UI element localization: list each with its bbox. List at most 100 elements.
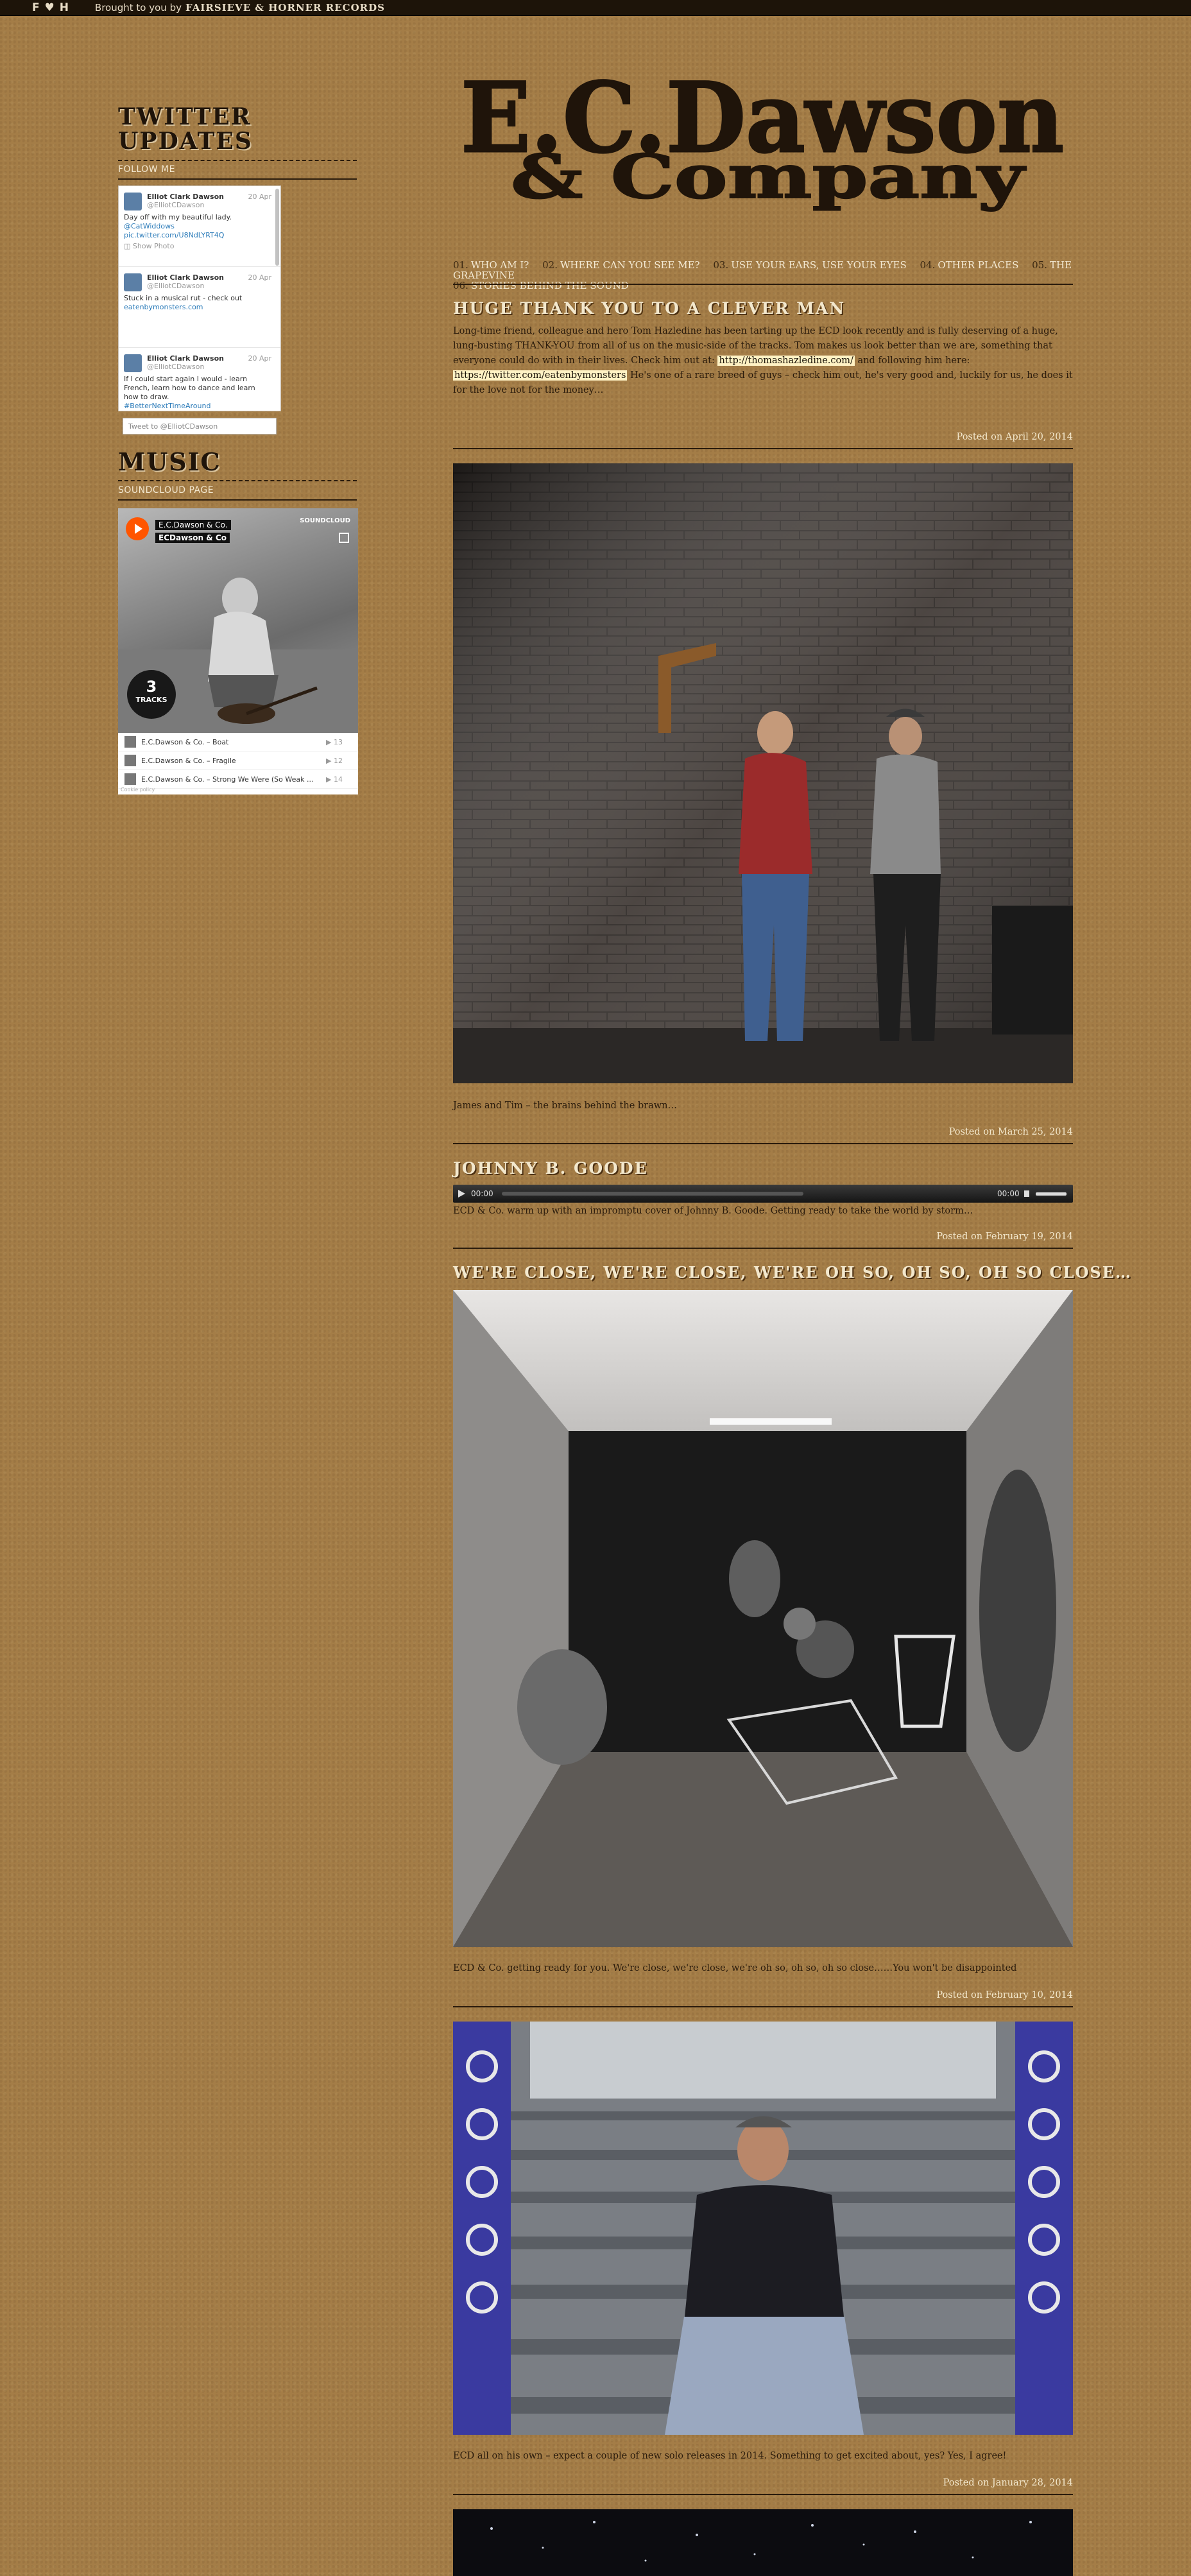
track-title[interactable]: E.C.Dawson & Co. – Strong We Were (So We… bbox=[141, 775, 313, 784]
post-date[interactable]: Posted on January 28, 2014 bbox=[453, 2478, 1073, 2488]
photo-caption: James and Tim – the brains behind the br… bbox=[453, 1101, 678, 1111]
post-date[interactable]: Posted on February 19, 2014 bbox=[453, 1232, 1073, 1242]
post-title-link[interactable]: We're close, we're close, we're oh so, o… bbox=[453, 1263, 1132, 1282]
post-date[interactable]: Posted on February 10, 2014 bbox=[453, 1990, 1073, 2000]
track-title[interactable]: E.C.Dawson & Co. – Boat bbox=[141, 738, 228, 746]
post-photo[interactable] bbox=[453, 463, 1073, 1083]
top-bar: F ♥ H Brought to you by Fairsieve & Horn… bbox=[0, 0, 1191, 16]
track-thumbnail bbox=[124, 773, 136, 785]
track-thumbnail bbox=[124, 736, 136, 748]
divider bbox=[118, 160, 357, 161]
follow-me-link[interactable]: Follow Me bbox=[118, 164, 175, 175]
tracks-count: 3 bbox=[146, 678, 157, 696]
post-photo[interactable] bbox=[453, 1290, 1073, 1947]
tweet-link[interactable]: @CatWiddows bbox=[124, 222, 271, 231]
twitter-title: Twitter Updates bbox=[118, 105, 253, 153]
nav-num: 06. bbox=[453, 280, 468, 291]
brought-by-text: Brought to you by bbox=[94, 2, 182, 13]
tweet-handle[interactable]: @ElliotCDawson bbox=[147, 363, 271, 371]
play-count-icon: ▶ bbox=[326, 738, 334, 746]
share-icon[interactable] bbox=[339, 533, 349, 543]
nav-num: 02. bbox=[542, 259, 558, 271]
track-plays: 14 bbox=[334, 775, 343, 784]
tweet-hashtag-link[interactable]: #BetterNextTimeAround bbox=[124, 402, 271, 411]
audio-player[interactable]: 00:00 00:00 bbox=[453, 1185, 1073, 1203]
nav-num: 03. bbox=[713, 259, 729, 271]
nav-other-places[interactable]: Other places bbox=[938, 259, 1018, 271]
night-photo bbox=[490, 2521, 1032, 2562]
tweet-date[interactable]: 20 Apr bbox=[248, 354, 271, 363]
tweet[interactable]: Elliot Clark Dawson @ElliotCDawson 20 Ap… bbox=[119, 348, 280, 411]
tweet-date[interactable]: 20 Apr bbox=[248, 193, 271, 201]
track-row[interactable]: E.C.Dawson & Co. – Strong We Were (So We… bbox=[118, 770, 358, 789]
twitter-title-line2: Updates bbox=[118, 128, 253, 155]
fh-logo[interactable]: F ♥ H bbox=[32, 1, 69, 14]
tweet-date[interactable]: 20 Apr bbox=[248, 273, 271, 282]
track-row[interactable]: E.C.Dawson & Co. – Boat ▶ 13 bbox=[118, 733, 358, 751]
post-link[interactable]: http://thomashazledine.com/ bbox=[717, 356, 855, 366]
twitter-timeline[interactable]: Elliot Clark Dawson @ElliotCDawson 20 Ap… bbox=[118, 185, 281, 411]
logo-graphic: E.C.Dawson & Company bbox=[460, 61, 1065, 214]
post-body: ECD & Co. warm up with an impromptu cove… bbox=[453, 1206, 973, 1216]
tweet-to-button[interactable]: Tweet to @ElliotCDawson bbox=[123, 418, 277, 434]
volume-slider[interactable] bbox=[1036, 1192, 1067, 1196]
divider bbox=[453, 2494, 1073, 2495]
sc-artist[interactable]: E.C.Dawson & Co. bbox=[155, 520, 231, 530]
avatar[interactable] bbox=[124, 273, 142, 291]
divider bbox=[118, 480, 357, 481]
nav-use-your-ears[interactable]: Use your ears, use your eyes bbox=[731, 259, 907, 271]
nav-where-can-you-see-me[interactable]: Where can you see me? bbox=[560, 259, 700, 271]
tweet-link[interactable]: pic.twitter.com/U8NdLYRT4Q bbox=[124, 231, 271, 240]
twitter-title-line1: Twitter bbox=[118, 103, 252, 130]
play-icon[interactable] bbox=[458, 1190, 465, 1198]
divider bbox=[453, 1143, 1073, 1144]
site-logo[interactable]: E.C.Dawson & Company bbox=[453, 30, 1073, 251]
post-title-link[interactable]: Huge Thank You to a Clever Man bbox=[453, 299, 845, 318]
post-body: Long-time friend, colleague and hero Tom… bbox=[453, 324, 1073, 398]
post-photo[interactable] bbox=[453, 2022, 1073, 2435]
tracks-label: TRACKS bbox=[135, 696, 167, 704]
post-date[interactable]: Posted on April 20, 2014 bbox=[453, 432, 1073, 442]
post-date[interactable]: Posted on March 25, 2014 bbox=[453, 1127, 1073, 1137]
cookie-policy-link[interactable]: Cookie policy bbox=[121, 787, 155, 793]
tweet[interactable]: Elliot Clark Dawson @ElliotCDawson 20 Ap… bbox=[119, 267, 280, 348]
post-link[interactable]: https://twitter.com/eatenbymonsters bbox=[453, 370, 628, 381]
volume-icon[interactable] bbox=[1024, 1190, 1029, 1197]
sc-set-name[interactable]: ECDawson & Co bbox=[155, 533, 230, 543]
avatar[interactable] bbox=[124, 193, 142, 210]
label-brand-link[interactable]: Fairsieve & Horner Records bbox=[185, 2, 385, 13]
play-button[interactable] bbox=[126, 517, 149, 540]
divider bbox=[453, 2006, 1073, 2007]
logo-line2: & Company bbox=[511, 142, 1026, 212]
post-text: and following him here: bbox=[854, 356, 970, 366]
track-plays: 13 bbox=[334, 738, 343, 746]
divider bbox=[453, 1248, 1073, 1249]
track-row[interactable]: E.C.Dawson & Co. – Fragile ▶ 12 bbox=[118, 751, 358, 770]
tweet-handle[interactable]: @ElliotCDawson bbox=[147, 282, 271, 290]
audio-progress-bar[interactable] bbox=[502, 1192, 803, 1196]
track-title[interactable]: E.C.Dawson & Co. – Fragile bbox=[141, 757, 236, 765]
divider bbox=[118, 499, 357, 501]
post-title-link[interactable]: Johnny B. Goode bbox=[453, 1159, 648, 1178]
stairs-photo bbox=[453, 2022, 1073, 2435]
tweet-text: Day off with my beautiful lady. bbox=[124, 213, 232, 221]
soundcloud-player[interactable]: E.C.Dawson & Co. ECDawson & Co SOUNDCLOU… bbox=[118, 508, 358, 794]
divider bbox=[118, 178, 357, 180]
play-count-icon: ▶ bbox=[326, 775, 334, 784]
soundcloud-logo[interactable]: SOUNDCLOUD bbox=[300, 517, 350, 524]
nav-stories-behind-the-sound[interactable]: Stories behind the sound bbox=[471, 280, 629, 291]
soundcloud-page-link[interactable]: Soundcloud Page bbox=[118, 485, 214, 495]
rehearsal-photo bbox=[453, 1290, 1073, 1947]
track-thumbnail bbox=[124, 755, 136, 766]
tweet[interactable]: Elliot Clark Dawson @ElliotCDawson 20 Ap… bbox=[119, 186, 280, 267]
tweet-link[interactable]: eatenbymonsters.com bbox=[124, 303, 271, 312]
post-photo[interactable] bbox=[453, 2509, 1073, 2576]
audio-duration: 00:00 bbox=[997, 1189, 1020, 1198]
tweet-handle[interactable]: @ElliotCDawson bbox=[147, 201, 271, 209]
avatar[interactable] bbox=[124, 354, 142, 372]
album-artwork: E.C.Dawson & Co. ECDawson & Co SOUNDCLOU… bbox=[118, 508, 358, 733]
divider bbox=[453, 448, 1073, 449]
show-photo-link[interactable]: Show Photo bbox=[133, 242, 175, 250]
tracks-count-badge: 3 TRACKS bbox=[127, 670, 176, 719]
main-nav: 01. Who am I? 02. Where can you see me? 03… bbox=[453, 260, 1073, 291]
